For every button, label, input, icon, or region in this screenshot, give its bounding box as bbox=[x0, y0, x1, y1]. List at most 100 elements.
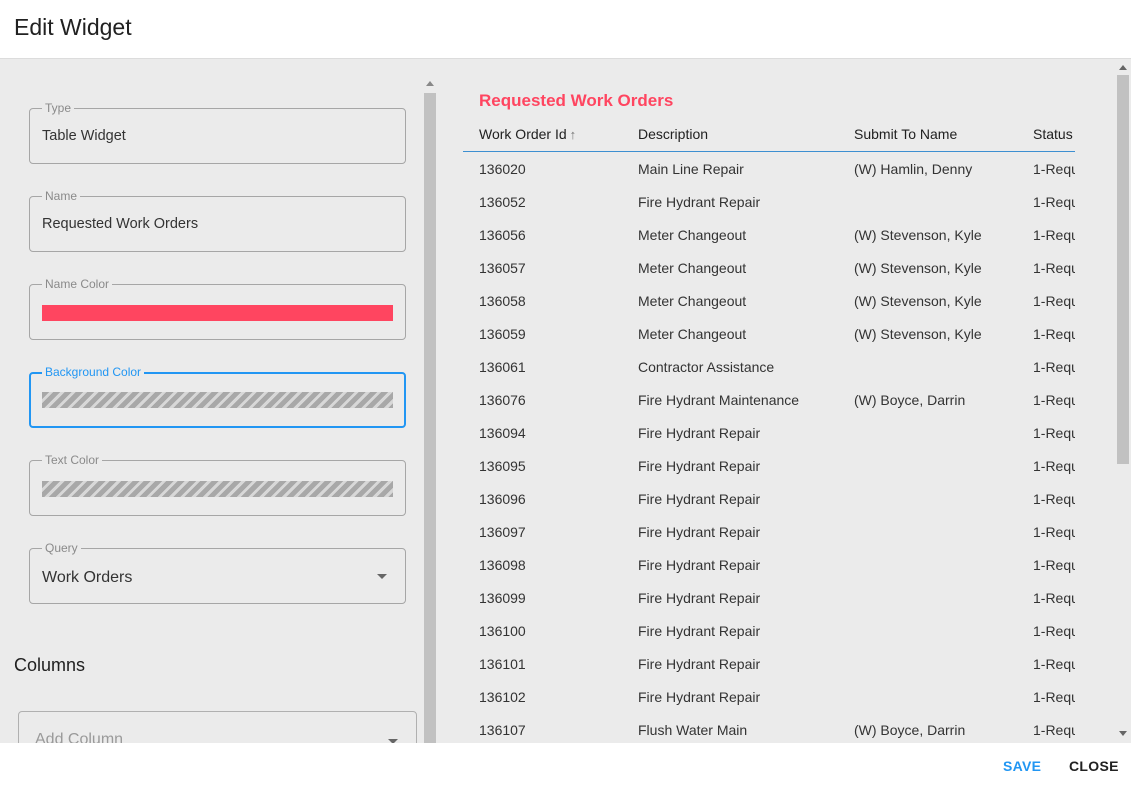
table-header: Work Order Id ↑ Description Submit To Nam… bbox=[463, 121, 1075, 152]
table-cell: 136076 bbox=[479, 392, 526, 408]
table-row[interactable]: 136096 Fire Hydrant Repair 1-Requ bbox=[463, 482, 1075, 515]
table-cell: 1-Requ bbox=[1033, 161, 1075, 177]
table-cell: 1-Requ bbox=[1033, 491, 1075, 507]
table-cell: 1-Requ bbox=[1033, 590, 1075, 606]
scroll-up-icon[interactable] bbox=[1119, 65, 1127, 70]
scroll-up-icon[interactable] bbox=[426, 81, 434, 86]
table-cell: Meter Changeout bbox=[638, 293, 747, 309]
table-cell: 136098 bbox=[479, 557, 526, 573]
table-row[interactable]: 136076 Fire Hydrant Maintenance (W) Boyce,… bbox=[463, 383, 1075, 416]
table-cell: Fire Hydrant Maintenance bbox=[638, 392, 800, 408]
table-cell: Contractor Assistance bbox=[638, 359, 775, 375]
table-cell: Fire Hydrant Repair bbox=[638, 491, 761, 507]
table-row[interactable]: 136101 Fire Hydrant Repair 1-Requ bbox=[463, 647, 1075, 680]
table-cell: 136094 bbox=[479, 425, 526, 441]
scrollbar-thumb[interactable] bbox=[424, 93, 436, 743]
table-cell: 1-Requ bbox=[1033, 359, 1075, 375]
table-row[interactable]: 136098 Fire Hydrant Repair 1-Requ bbox=[463, 548, 1075, 581]
save-button[interactable]: SAVE bbox=[1003, 758, 1041, 774]
add-column-select[interactable]: Add Column bbox=[18, 711, 417, 743]
table-cell: 136101 bbox=[479, 656, 526, 672]
table-cell: Fire Hydrant Repair bbox=[638, 590, 761, 606]
columns-heading: Columns bbox=[14, 655, 86, 675]
table-cell: Meter Changeout bbox=[638, 260, 747, 276]
table-cell: 1-Requ bbox=[1033, 656, 1075, 672]
scrollbar-thumb[interactable] bbox=[1117, 75, 1129, 464]
dialog-title: Edit Widget bbox=[14, 14, 132, 40]
table-row[interactable]: 136052 Fire Hydrant Repair 1-Requ bbox=[463, 185, 1075, 218]
table-cell: 136056 bbox=[479, 227, 526, 243]
table-row[interactable]: 136020 Main Line Repair (W) Hamlin, Denny 1… bbox=[463, 152, 1075, 185]
query-select[interactable]: Query Work Orders bbox=[29, 541, 406, 604]
table-row[interactable]: 136095 Fire Hydrant Repair 1-Requ bbox=[463, 449, 1075, 482]
table-row[interactable]: 136097 Fire Hydrant Repair 1-Requ bbox=[463, 515, 1075, 548]
text-color-field[interactable]: Text Color bbox=[29, 453, 406, 516]
type-value: Table Widget bbox=[42, 128, 126, 144]
table-row[interactable]: 136056 Meter Changeout (W) Stevenson, Kyle… bbox=[463, 218, 1075, 251]
dialog-actions: SAVE CLOSE bbox=[0, 743, 1131, 787]
table-cell: 1-Requ bbox=[1033, 524, 1075, 540]
table-cell: 136059 bbox=[479, 326, 526, 342]
name-value: Requested Work Orders bbox=[42, 216, 199, 232]
background-color-label: Background Color bbox=[42, 365, 145, 379]
table-cell: 136020 bbox=[479, 161, 526, 177]
table-cell: 1-Requ bbox=[1033, 623, 1075, 639]
table-cell: 136096 bbox=[479, 491, 526, 507]
table-row[interactable]: 136059 Meter Changeout (W) Stevenson, Kyle… bbox=[463, 317, 1075, 350]
background-color-swatch[interactable] bbox=[42, 392, 393, 408]
table-cell: 136061 bbox=[479, 359, 526, 375]
table-cell: 136097 bbox=[479, 524, 526, 540]
col-header-submit-to-name[interactable]: Submit To Name bbox=[854, 126, 957, 142]
chevron-down-icon[interactable] bbox=[377, 574, 387, 579]
name-label: Name bbox=[42, 189, 81, 203]
table-cell: Meter Changeout bbox=[638, 227, 747, 243]
name-field[interactable]: Name Requested Work Orders bbox=[29, 189, 406, 252]
settings-scrollbar[interactable] bbox=[423, 75, 437, 743]
table-row[interactable]: 136094 Fire Hydrant Repair 1-Requ bbox=[463, 416, 1075, 449]
table-cell: Fire Hydrant Repair bbox=[638, 425, 761, 441]
table-cell: Fire Hydrant Repair bbox=[638, 623, 761, 639]
type-label: Type bbox=[42, 101, 75, 115]
table-row[interactable]: 136100 Fire Hydrant Repair 1-Requ bbox=[463, 614, 1075, 647]
col-header-status[interactable]: Status bbox=[1033, 126, 1073, 142]
table-row[interactable]: 136057 Meter Changeout (W) Stevenson, Kyle… bbox=[463, 251, 1075, 284]
table-cell: Fire Hydrant Repair bbox=[638, 689, 761, 705]
table-cell: (W) Boyce, Darrin bbox=[854, 392, 966, 408]
table-cell: (W) Boyce, Darrin bbox=[854, 722, 966, 738]
scroll-down-icon[interactable] bbox=[1119, 731, 1127, 736]
table-cell: (W) Stevenson, Kyle bbox=[854, 293, 982, 309]
table-row[interactable]: 136107 Flush Water Main (W) Boyce, Darrin 1… bbox=[463, 713, 1075, 743]
table-cell: 136058 bbox=[479, 293, 526, 309]
table-cell: (W) Hamlin, Denny bbox=[854, 161, 973, 177]
table-cell: Fire Hydrant Repair bbox=[638, 458, 761, 474]
col-header-work-order-id[interactable]: Work Order Id ↑ bbox=[479, 126, 576, 142]
arrow-up-icon[interactable]: ↑ bbox=[570, 127, 577, 142]
table-row[interactable]: 136058 Meter Changeout (W) Stevenson, Kyle… bbox=[463, 284, 1075, 317]
table-cell: 1-Requ bbox=[1033, 458, 1075, 474]
table-cell: 1-Requ bbox=[1033, 689, 1075, 705]
col-header-description[interactable]: Description bbox=[638, 126, 708, 142]
table-cell: 1-Requ bbox=[1033, 293, 1075, 309]
table-row[interactable]: 136061 Contractor Assistance 1-Requ bbox=[463, 350, 1075, 383]
table-cell: Meter Changeout bbox=[638, 326, 747, 342]
add-column-placeholder: Add Column bbox=[35, 731, 124, 743]
close-button[interactable]: CLOSE bbox=[1069, 758, 1119, 774]
table-cell: 1-Requ bbox=[1033, 722, 1075, 738]
text-color-swatch[interactable] bbox=[42, 481, 393, 497]
preview-table: Work Order Id ↑ Description Submit To Nam… bbox=[463, 121, 1075, 743]
name-color-swatch[interactable] bbox=[42, 305, 393, 321]
table-cell: (W) Stevenson, Kyle bbox=[854, 227, 982, 243]
preview-scrollbar[interactable] bbox=[1115, 59, 1131, 743]
table-cell: 136102 bbox=[479, 689, 526, 705]
table-body: 136020 Main Line Repair (W) Hamlin, Denny 1… bbox=[463, 152, 1075, 743]
table-cell: 136099 bbox=[479, 590, 526, 606]
name-color-field[interactable]: Name Color bbox=[29, 277, 406, 340]
table-cell: 1-Requ bbox=[1033, 326, 1075, 342]
table-cell: (W) Stevenson, Kyle bbox=[854, 260, 982, 276]
type-field[interactable]: Type Table Widget bbox=[29, 101, 406, 164]
table-cell: 136107 bbox=[479, 722, 526, 738]
table-cell: 136052 bbox=[479, 194, 526, 210]
table-row[interactable]: 136099 Fire Hydrant Repair 1-Requ bbox=[463, 581, 1075, 614]
table-row[interactable]: 136102 Fire Hydrant Repair 1-Requ bbox=[463, 680, 1075, 713]
background-color-field[interactable]: Background Color bbox=[29, 365, 406, 428]
